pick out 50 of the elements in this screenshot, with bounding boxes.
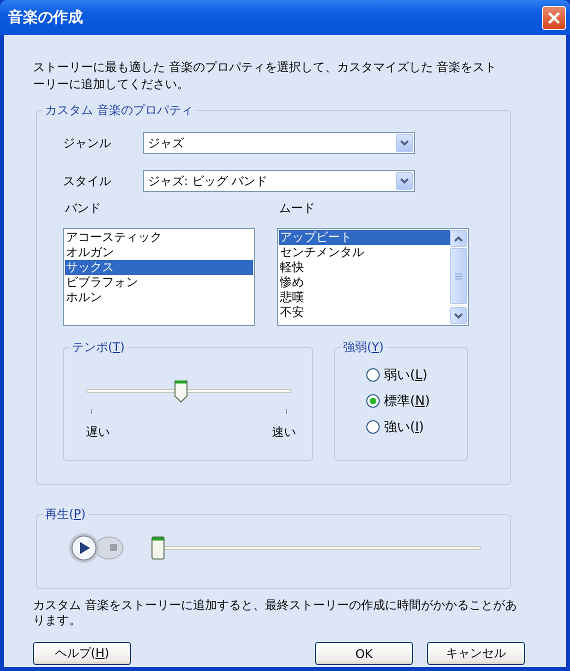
field-label: ジャンル — [63, 134, 112, 152]
radio-button[interactable] — [366, 420, 380, 434]
list-item[interactable]: ホルン — [65, 290, 253, 305]
chevron-down-icon — [400, 178, 409, 184]
list-item[interactable]: アップビート — [279, 230, 450, 245]
radio-label: 弱い(L) — [384, 367, 428, 384]
list-label: ムード — [279, 200, 316, 217]
list-box[interactable]: アップビート センチメンタル 軽快 惨め 悲嘆 不安 — [277, 228, 469, 326]
list-item[interactable]: センチメンタル — [279, 245, 450, 260]
grip-icon — [455, 272, 462, 280]
close-icon — [547, 10, 561, 24]
list-item[interactable]: 不安 — [279, 305, 450, 320]
slider-max-label: 速い — [272, 424, 296, 441]
list-item[interactable]: アコースティック — [65, 230, 253, 245]
radio-label: 標準(N) — [384, 393, 430, 410]
instruction-text: ストーリーに最も適した 音楽のプロパティを選択して、カスタマイズした 音楽をストーリーに追加してください。 — [33, 59, 498, 93]
slider-thumb[interactable] — [174, 379, 188, 403]
dropdown[interactable]: ジャズ — [143, 132, 415, 154]
list-box[interactable]: アコースティック オルガン サックス ビブラフォン ホルン — [63, 228, 255, 326]
close-button[interactable] — [542, 6, 566, 30]
chevron-down-icon — [454, 312, 463, 318]
list-item[interactable]: 惨め — [279, 275, 450, 290]
radio-button[interactable] — [366, 368, 380, 382]
slider-min-label: 遅い — [86, 424, 110, 441]
scroll-thumb[interactable] — [450, 248, 467, 304]
scroll-down-button[interactable] — [450, 307, 467, 324]
dialog-button[interactable]: OK — [315, 642, 413, 665]
play-button[interactable] — [69, 533, 99, 563]
window-title: 音楽の作成 — [8, 8, 83, 27]
chevron-up-icon — [454, 236, 463, 242]
dialog-button[interactable]: ヘルプ(H) — [33, 642, 131, 665]
list-item[interactable]: オルガン — [65, 245, 253, 260]
group-title: カスタム 音楽のプロパティ — [43, 102, 195, 118]
radio-label: 強い(I) — [384, 419, 424, 436]
group-title: 強弱(Y) — [341, 339, 386, 355]
group-title: テンポ(T) — [70, 339, 127, 355]
list-item[interactable]: 軽快 — [279, 260, 450, 275]
list-item[interactable]: サックス — [65, 260, 253, 275]
slider-thumb[interactable] — [151, 536, 165, 560]
scroll-up-button[interactable] — [450, 230, 467, 247]
dialog-button[interactable]: キャンセル — [427, 642, 525, 665]
group-title: 再生(P) — [43, 506, 88, 522]
list-label: バンド — [65, 200, 102, 217]
list-item[interactable]: 悲嘆 — [279, 290, 450, 305]
chevron-down-icon — [400, 140, 409, 146]
note-text: カスタム 音楽をストーリーに追加すると、最終ストーリーの作成に時間がかかることがあります。 — [33, 598, 518, 628]
field-label: スタイル — [63, 172, 112, 190]
list-item[interactable]: ビブラフォン — [65, 275, 253, 290]
radio-button[interactable] — [366, 394, 380, 408]
dropdown[interactable]: ジャズ: ビッグ バンド — [143, 170, 415, 192]
